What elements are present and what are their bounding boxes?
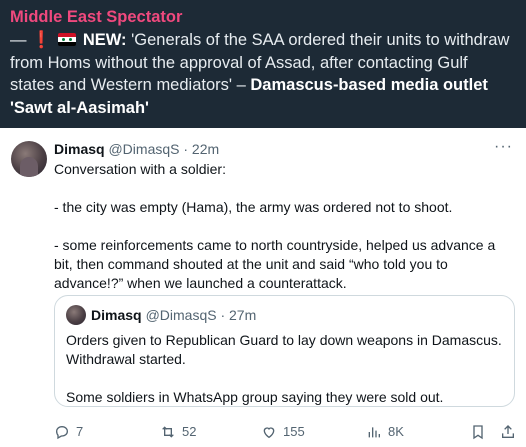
action-bar: 7 52 155 8K xyxy=(54,424,516,444)
share-icon xyxy=(502,425,514,438)
source-name[interactable]: Middle East Spectator xyxy=(10,7,516,27)
quote-header: Dimasq @DimasqS · 27m xyxy=(66,305,502,325)
avatar[interactable] xyxy=(11,141,47,177)
repost-icon xyxy=(162,426,174,438)
tweet-paragraph: Conversation with a soldier: xyxy=(54,161,226,177)
syria-flag-icon xyxy=(58,33,77,46)
quote-avatar xyxy=(66,305,86,325)
quoted-tweet[interactable]: Dimasq @DimasqS · 27m Orders given to Re… xyxy=(54,295,515,407)
views-icon xyxy=(368,427,380,438)
views-button[interactable]: 8K xyxy=(366,424,404,440)
more-options-icon[interactable]: ··· xyxy=(494,138,513,156)
share-button[interactable] xyxy=(500,424,522,440)
views-count: 8K xyxy=(388,424,404,439)
caption-text: — ❗ NEW: 'Generals of the SAA ordered th… xyxy=(10,29,516,119)
bookmark-icon xyxy=(473,425,483,440)
tweet-header: Dimasq @DimasqS · 22m xyxy=(54,140,219,158)
quote-paragraph: Some soldiers in WhatsApp group saying t… xyxy=(66,389,444,405)
heart-icon xyxy=(263,427,275,439)
reply-icon xyxy=(55,425,69,440)
caption-dash: — xyxy=(10,31,27,49)
repost-count: 52 xyxy=(182,424,197,439)
tweet-paragraph: - the city was empty (Hama), the army wa… xyxy=(54,199,453,215)
tweet-text: Conversation with a soldier: - the city … xyxy=(54,160,516,293)
new-label: NEW: xyxy=(82,31,127,49)
like-count: 155 xyxy=(283,424,305,439)
quote-author-name: Dimasq xyxy=(91,307,142,323)
quote-text: Orders given to Republican Guard to lay … xyxy=(66,331,502,407)
reply-button[interactable]: 7 xyxy=(54,424,83,440)
like-button[interactable]: 155 xyxy=(261,424,305,440)
quote-author-handle-time: @DimasqS · 27m xyxy=(145,307,257,323)
embedded-tweet[interactable]: Dimasq @DimasqS · 22m ··· Conversation w… xyxy=(0,128,526,447)
bookmark-button[interactable] xyxy=(470,424,492,440)
author-handle-time[interactable]: @DimasqS · 22m xyxy=(108,141,219,157)
tweet-paragraph: - some reinforcements came to north coun… xyxy=(54,237,496,291)
quote-paragraph: Orders given to Republican Guard to lay … xyxy=(66,332,502,367)
reply-count: 7 xyxy=(76,424,84,439)
repost-button[interactable]: 52 xyxy=(160,424,196,440)
post-caption: Middle East Spectator — ❗ NEW: 'Generals… xyxy=(0,0,526,128)
exclamation-icon: ❗ xyxy=(31,31,52,49)
author-name[interactable]: Dimasq xyxy=(54,141,105,157)
